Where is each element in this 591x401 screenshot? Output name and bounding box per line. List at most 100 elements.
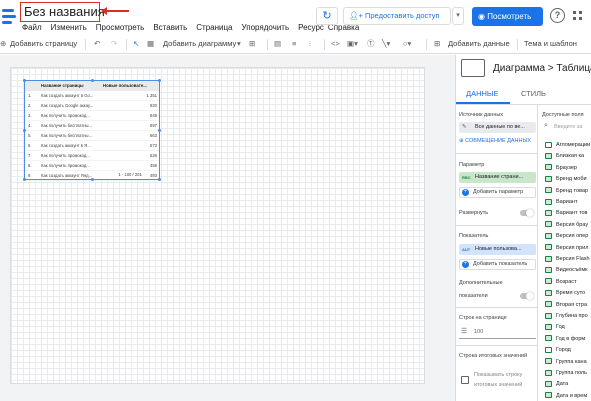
field-item[interactable]: Версия брау (545, 220, 591, 231)
select-cursor-icon[interactable]: ↖ (133, 35, 139, 53)
show-summary-checkbox[interactable] (461, 376, 469, 384)
resize-handle[interactable] (91, 178, 94, 181)
redo-icon[interactable]: ↷ (111, 35, 117, 53)
field-label: Вариант тов (556, 210, 588, 217)
field-search-input[interactable]: ⌕ Введите за (542, 122, 591, 134)
table-chart-icon[interactable] (461, 59, 485, 77)
add-data-icon[interactable]: ⊞ (434, 35, 440, 53)
field-item[interactable]: Год (545, 322, 591, 333)
embed-code-icon[interactable]: <> (331, 35, 340, 53)
annotation-arrow-line (105, 10, 129, 12)
chevron-left-icon[interactable]: ‹ (146, 172, 147, 177)
add-page-icon[interactable]: ⊕ (0, 35, 6, 53)
add-page-button[interactable]: Добавить страницу (10, 35, 77, 53)
add-chart-icon[interactable]: ▦ (147, 35, 154, 53)
table-row[interactable]: 3. Как получить промокод... 849 (25, 111, 159, 121)
data-source-chip[interactable]: ✎ Все данные по ве... (459, 122, 536, 133)
menu-file[interactable]: Файл (22, 23, 42, 32)
field-item[interactable]: Возраст (545, 277, 591, 288)
blend-data-button[interactable]: ⊕ СОВМЕЩЕНИЕ ДАННЫХ (459, 137, 531, 145)
field-item[interactable]: Глубина про (545, 311, 591, 322)
resize-handle[interactable] (23, 178, 26, 181)
table-header-page[interactable]: Название страницы (41, 81, 103, 91)
filter-icon[interactable]: ≡ (292, 35, 296, 53)
add-metric-button[interactable]: + Добавить показатель (459, 259, 536, 270)
table-row[interactable]: 5. Как получить бесплатны... 663 (25, 131, 159, 141)
resize-handle[interactable] (158, 79, 161, 82)
view-button[interactable]: ◉ Посмотреть (472, 7, 543, 26)
report-title[interactable]: Без названия (20, 2, 105, 22)
table-row[interactable]: 1. Как создать аккаунт в Go... 1 351 (25, 91, 159, 101)
tab-style[interactable]: СТИЛЬ (521, 88, 546, 100)
pencil-icon[interactable]: ✎ (462, 122, 467, 133)
field-item[interactable]: Дата и врем (545, 391, 591, 401)
field-item[interactable]: Бренд моби (545, 174, 591, 185)
tab-data[interactable]: ДАННЫЕ (466, 88, 499, 100)
field-item[interactable]: Год в форм (545, 334, 591, 345)
field-item[interactable]: Город (545, 345, 591, 356)
dimension-chip[interactable]: RBC Название страни... (459, 172, 536, 183)
line-icon[interactable]: ╲▾ (382, 35, 390, 53)
apps-grid-icon[interactable] (573, 11, 583, 21)
chevron-right-icon[interactable]: › (152, 172, 153, 177)
add-chart-button[interactable]: Добавить диаграмму (163, 35, 236, 53)
menu-page[interactable]: Страница (196, 23, 232, 32)
menu-insert[interactable]: Вставить (153, 23, 187, 32)
field-item[interactable]: Вариант (545, 197, 591, 208)
resize-handle[interactable] (158, 129, 161, 132)
field-item[interactable]: Дата (545, 379, 591, 390)
table-chart[interactable]: Название страницы Новые пользовате... 1.… (23, 79, 161, 181)
resize-handle[interactable] (91, 79, 94, 82)
menu-view[interactable]: Просмотреть (96, 23, 145, 32)
field-item[interactable]: Видеосъёмк (545, 265, 591, 276)
field-item[interactable]: Версия Flash (545, 254, 591, 265)
field-item[interactable]: Агломерации (545, 140, 591, 151)
undo-icon[interactable]: ↶ (94, 35, 100, 53)
field-item[interactable]: Бренд товар (545, 186, 591, 197)
field-item[interactable]: Время суто (545, 288, 591, 299)
add-dimension-button[interactable]: + Добавить параметр (459, 187, 536, 198)
rows-per-page-input[interactable]: ☰ 100 (459, 327, 536, 339)
expand-toggle[interactable] (520, 209, 534, 217)
field-item[interactable]: Группа кана (545, 357, 591, 368)
menu-arrange[interactable]: Упорядочить (242, 23, 290, 32)
looker-studio-logo-icon[interactable] (2, 6, 18, 28)
text-icon[interactable]: Ⓣ (367, 35, 375, 53)
field-item[interactable]: Версия опер (545, 231, 591, 242)
shape-icon[interactable]: ○▾ (403, 35, 411, 53)
help-icon[interactable]: ? (550, 8, 565, 23)
resize-handle[interactable] (23, 129, 26, 132)
data-control-icon[interactable]: ⫶ (309, 35, 311, 53)
resize-handle[interactable] (23, 79, 26, 82)
field-item[interactable]: Версия прил (545, 243, 591, 254)
extra-metrics-toggle[interactable] (520, 292, 534, 300)
theme-button[interactable]: Тема и шаблон (524, 35, 577, 53)
table-row[interactable]: 2. Как создать Google аккау... 920 (25, 101, 159, 111)
rows-icon: ☰ (461, 328, 468, 335)
date-range-icon[interactable]: ▤ (274, 35, 281, 53)
row-new-users: 1 351 (146, 93, 157, 98)
field-label: Город (556, 347, 571, 354)
chevron-down-icon: ▾ (456, 12, 460, 19)
table-header-new-users[interactable]: Новые пользовате... (103, 81, 158, 91)
image-icon[interactable]: ▣▾ (347, 35, 358, 53)
table-row[interactable]: 8. Как получить промокод... 459 (25, 161, 159, 171)
add-control-icon[interactable]: ⊞ (249, 35, 255, 53)
resize-handle[interactable] (158, 178, 161, 181)
metric-chip[interactable]: AUT Новые пользова... (459, 244, 536, 255)
field-item[interactable]: Группа поль (545, 368, 591, 379)
field-label: Близкая ка (556, 153, 585, 160)
table-row[interactable]: 7. Как получить промокод... 526 (25, 151, 159, 161)
field-item[interactable]: Близкая ка (545, 151, 591, 162)
share-button[interactable]: 👤︎+ Предоставить доступ (343, 7, 451, 25)
table-row[interactable]: 6. Как создать аккаунт в Я... 573 (25, 141, 159, 151)
field-item[interactable]: Браузер (545, 163, 591, 174)
refresh-button[interactable]: ↻ (316, 7, 338, 25)
chevron-down-icon[interactable]: ▾ (237, 35, 241, 53)
table-row[interactable]: 4. Как получить бесплатны... 697 (25, 121, 159, 131)
field-item[interactable]: Вариант тов (545, 208, 591, 219)
menu-edit[interactable]: Изменить (51, 23, 87, 32)
share-dropdown-button[interactable]: ▾ (452, 7, 464, 25)
field-item[interactable]: Вторая стра (545, 300, 591, 311)
add-data-button[interactable]: Добавить данные (448, 35, 510, 53)
